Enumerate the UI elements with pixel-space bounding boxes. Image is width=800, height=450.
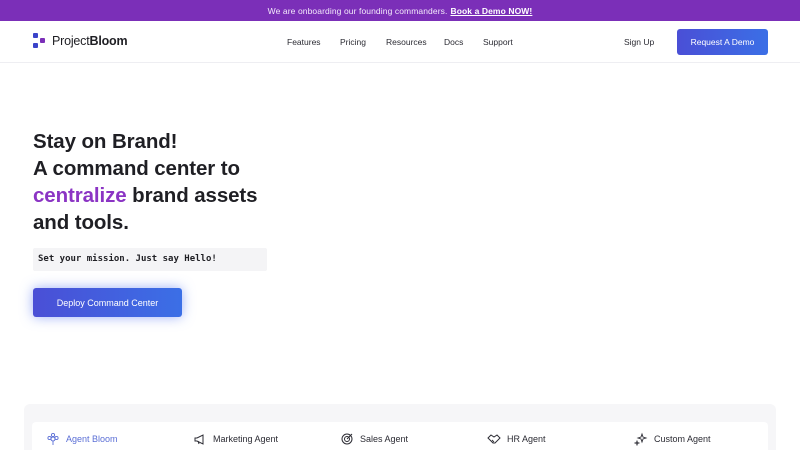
tab-label: Agent Bloom <box>66 434 118 444</box>
sparkle-icon <box>634 432 648 446</box>
nav-docs[interactable]: Docs <box>444 37 463 47</box>
megaphone-icon <box>194 434 204 445</box>
nav-resources[interactable]: Resources <box>386 37 427 47</box>
nav-features[interactable]: Features <box>287 37 321 47</box>
hero-heading: Stay on Brand! A command center to centr… <box>33 128 333 236</box>
sign-up-link[interactable]: Sign Up <box>624 37 654 47</box>
tab-label: Custom Agent <box>654 434 711 444</box>
tab-sales-agent[interactable]: Sales Agent <box>340 432 408 446</box>
deploy-command-center-button[interactable]: Deploy Command Center <box>33 288 182 317</box>
site-header: ProjectBloom Features Pricing Resources … <box>0 21 800 63</box>
hero-line-2: A command center to <box>33 157 240 180</box>
tab-hr-agent[interactable]: HR Agent <box>487 432 546 446</box>
announcement-bar: We are onboarding our founding commander… <box>0 0 800 21</box>
mission-prompt: Set your mission. Just say Hello! <box>33 248 267 271</box>
announcement-text: We are onboarding our founding commander… <box>267 5 448 16</box>
hero-accent-word: centralize <box>33 184 127 207</box>
hero-line-1: Stay on Brand! <box>33 130 178 153</box>
tab-label: HR Agent <box>507 434 546 444</box>
nav-pricing[interactable]: Pricing <box>340 37 366 47</box>
book-demo-link[interactable]: Book a Demo NOW! <box>450 6 532 16</box>
tab-label: Sales Agent <box>360 434 409 444</box>
nav-support[interactable]: Support <box>483 37 513 47</box>
handshake-icon <box>487 434 501 444</box>
tab-label: Marketing Agent <box>213 434 279 444</box>
tab-agent-bloom[interactable]: Agent Bloom <box>46 432 118 446</box>
flower-icon <box>47 432 59 445</box>
hero-line-4: and tools. <box>33 211 129 234</box>
target-icon <box>341 433 353 445</box>
request-demo-button[interactable]: Request A Demo <box>677 29 768 55</box>
tab-marketing-agent[interactable]: Marketing Agent <box>193 432 278 446</box>
tab-custom-agent[interactable]: Custom Agent <box>634 432 711 446</box>
hero-line-3: centralize brand assets <box>33 184 258 207</box>
